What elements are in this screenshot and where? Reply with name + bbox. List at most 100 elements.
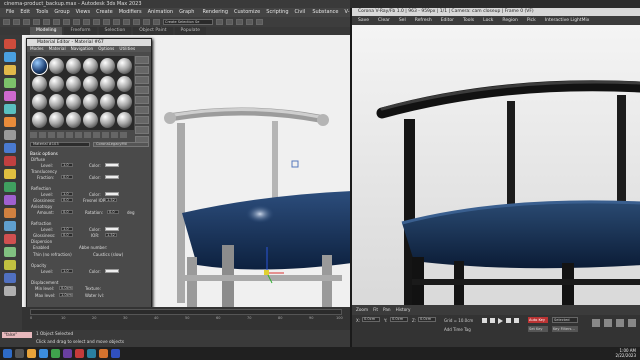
sel-button[interactable]: Sel [399,16,406,25]
scale-icon[interactable] [103,19,110,25]
material-slot[interactable] [49,58,64,74]
material-slot[interactable] [66,58,81,74]
caustics-checkbox[interactable]: Caustics (slow) [93,252,123,257]
refresh-button[interactable]: Refresh [415,16,432,25]
material-slot[interactable] [117,76,132,92]
render-icon[interactable] [256,19,263,25]
uv-tiling-icon[interactable] [135,86,149,94]
torus-icon[interactable] [4,156,16,166]
basic-options-rollout[interactable]: Basic options [30,151,58,156]
file-explorer-icon[interactable] [27,349,36,358]
menu-navigation[interactable]: Navigation [71,46,94,52]
reflection-level-spinner[interactable]: 1.0 [61,192,73,196]
y-coordinate-field[interactable]: 0.0cm [390,317,408,322]
material-slot[interactable] [49,94,64,110]
auto-key-button[interactable]: Auto Key [528,317,548,323]
material-name-field[interactable]: Material #103 [30,142,90,147]
reset-map-icon[interactable] [57,132,64,138]
diffuse-level-spinner[interactable]: 1.0 [61,163,73,167]
unlink-icon[interactable] [33,19,40,25]
material-slot[interactable] [83,76,98,92]
clear-button[interactable]: Clear [378,16,390,25]
utilities-icon[interactable] [4,104,16,114]
tab-selection[interactable]: Selection [98,27,132,35]
bind-icon[interactable] [43,19,50,25]
material-slot[interactable] [66,112,81,128]
camera-icon[interactable] [4,182,16,192]
geometry-icon[interactable] [4,247,16,257]
glossiness-spinner[interactable]: 0.0 [61,198,73,202]
menu-tools[interactable]: Tools [36,8,48,17]
timeline[interactable]: 0 10 20 30 40 50 60 70 80 90 100 [22,307,350,330]
sphere-icon[interactable] [4,130,16,140]
hierarchy-icon[interactable] [4,65,16,75]
edge-icon[interactable] [39,349,48,358]
material-slot[interactable] [100,94,115,110]
menu-group[interactable]: Group [54,8,69,17]
translucency-color-swatch[interactable] [105,175,119,179]
tab-populate[interactable]: Populate [174,27,207,35]
opacity-color-swatch[interactable] [105,269,119,273]
material-slot[interactable] [100,112,115,128]
material-slot[interactable] [100,76,115,92]
select-by-name-icon[interactable] [63,19,70,25]
lock-button[interactable]: Lock [483,16,493,25]
backlight-icon[interactable] [135,66,149,74]
shape-icon[interactable] [4,234,16,244]
add-time-tag-button[interactable]: Add Time Tag [444,327,471,332]
mirror-icon[interactable] [143,19,150,25]
snap-icon[interactable] [113,19,120,25]
systems-icon[interactable] [4,221,16,231]
angle-snap-icon[interactable] [123,19,130,25]
menu-modes[interactable]: Modes [30,46,44,52]
menu-scripting[interactable]: Scripting [266,8,288,17]
assign-material-icon[interactable] [48,132,55,138]
cylinder-icon[interactable] [4,143,16,153]
frame-buffer-window[interactable]: Corona V-Ray/Fb 1.0 | 963 - 959px | 1/1 … [350,8,640,347]
menu-animation[interactable]: Animation [148,8,174,17]
scene-explorer-icon[interactable] [4,273,16,283]
dispersion-enabled-checkbox[interactable]: Enabled [33,245,49,250]
ior-spinner[interactable]: 1.52 [105,233,117,237]
key-selection-dropdown[interactable]: Selected [552,317,578,323]
go-to-parent-icon[interactable] [120,132,127,138]
spacewarp-icon[interactable] [4,208,16,218]
box-icon[interactable] [4,117,16,127]
time-slider[interactable] [30,309,342,315]
display-icon[interactable] [4,91,16,101]
zoom-icon[interactable] [592,319,600,327]
z-coordinate-field[interactable]: 0.0cm [418,317,436,322]
start-icon[interactable] [3,349,12,358]
light-icon[interactable] [4,169,16,179]
word-icon[interactable] [111,349,120,358]
material-slot[interactable] [117,112,132,128]
material-slot[interactable] [100,58,115,74]
reflection-color-swatch[interactable] [105,192,119,196]
curve-editor-icon[interactable] [226,19,233,25]
material-slot[interactable] [32,76,47,92]
preview-icon[interactable] [135,106,149,114]
material-slot[interactable] [117,94,132,110]
link-icon[interactable] [23,19,30,25]
app-icon[interactable] [63,349,72,358]
menu-civil-view[interactable]: Civil View [295,8,307,24]
menu-rendering[interactable]: Rendering [202,8,228,17]
min-level-spinner[interactable]: 0.0cm [59,286,73,290]
material-slot[interactable] [49,76,64,92]
material-slot[interactable] [32,112,47,128]
menu-create[interactable]: Create [96,8,113,17]
menu-utilities[interactable]: Utilities [119,46,135,52]
get-material-icon[interactable] [30,132,37,138]
search-icon[interactable] [15,349,24,358]
orbit-icon[interactable] [616,319,624,327]
material-slot[interactable] [117,58,132,74]
maxscript-listener[interactable]: "false" [2,332,32,338]
undo-icon[interactable] [3,19,10,25]
material-id-icon[interactable] [93,132,100,138]
settings-icon[interactable] [4,286,16,296]
menu-graph-editors[interactable]: Graph Editors [179,8,196,24]
menu-material[interactable]: Material [49,46,66,52]
maximize-viewport-icon[interactable] [628,319,636,327]
material-slot[interactable] [66,94,81,110]
go-to-start-icon[interactable] [482,318,487,323]
